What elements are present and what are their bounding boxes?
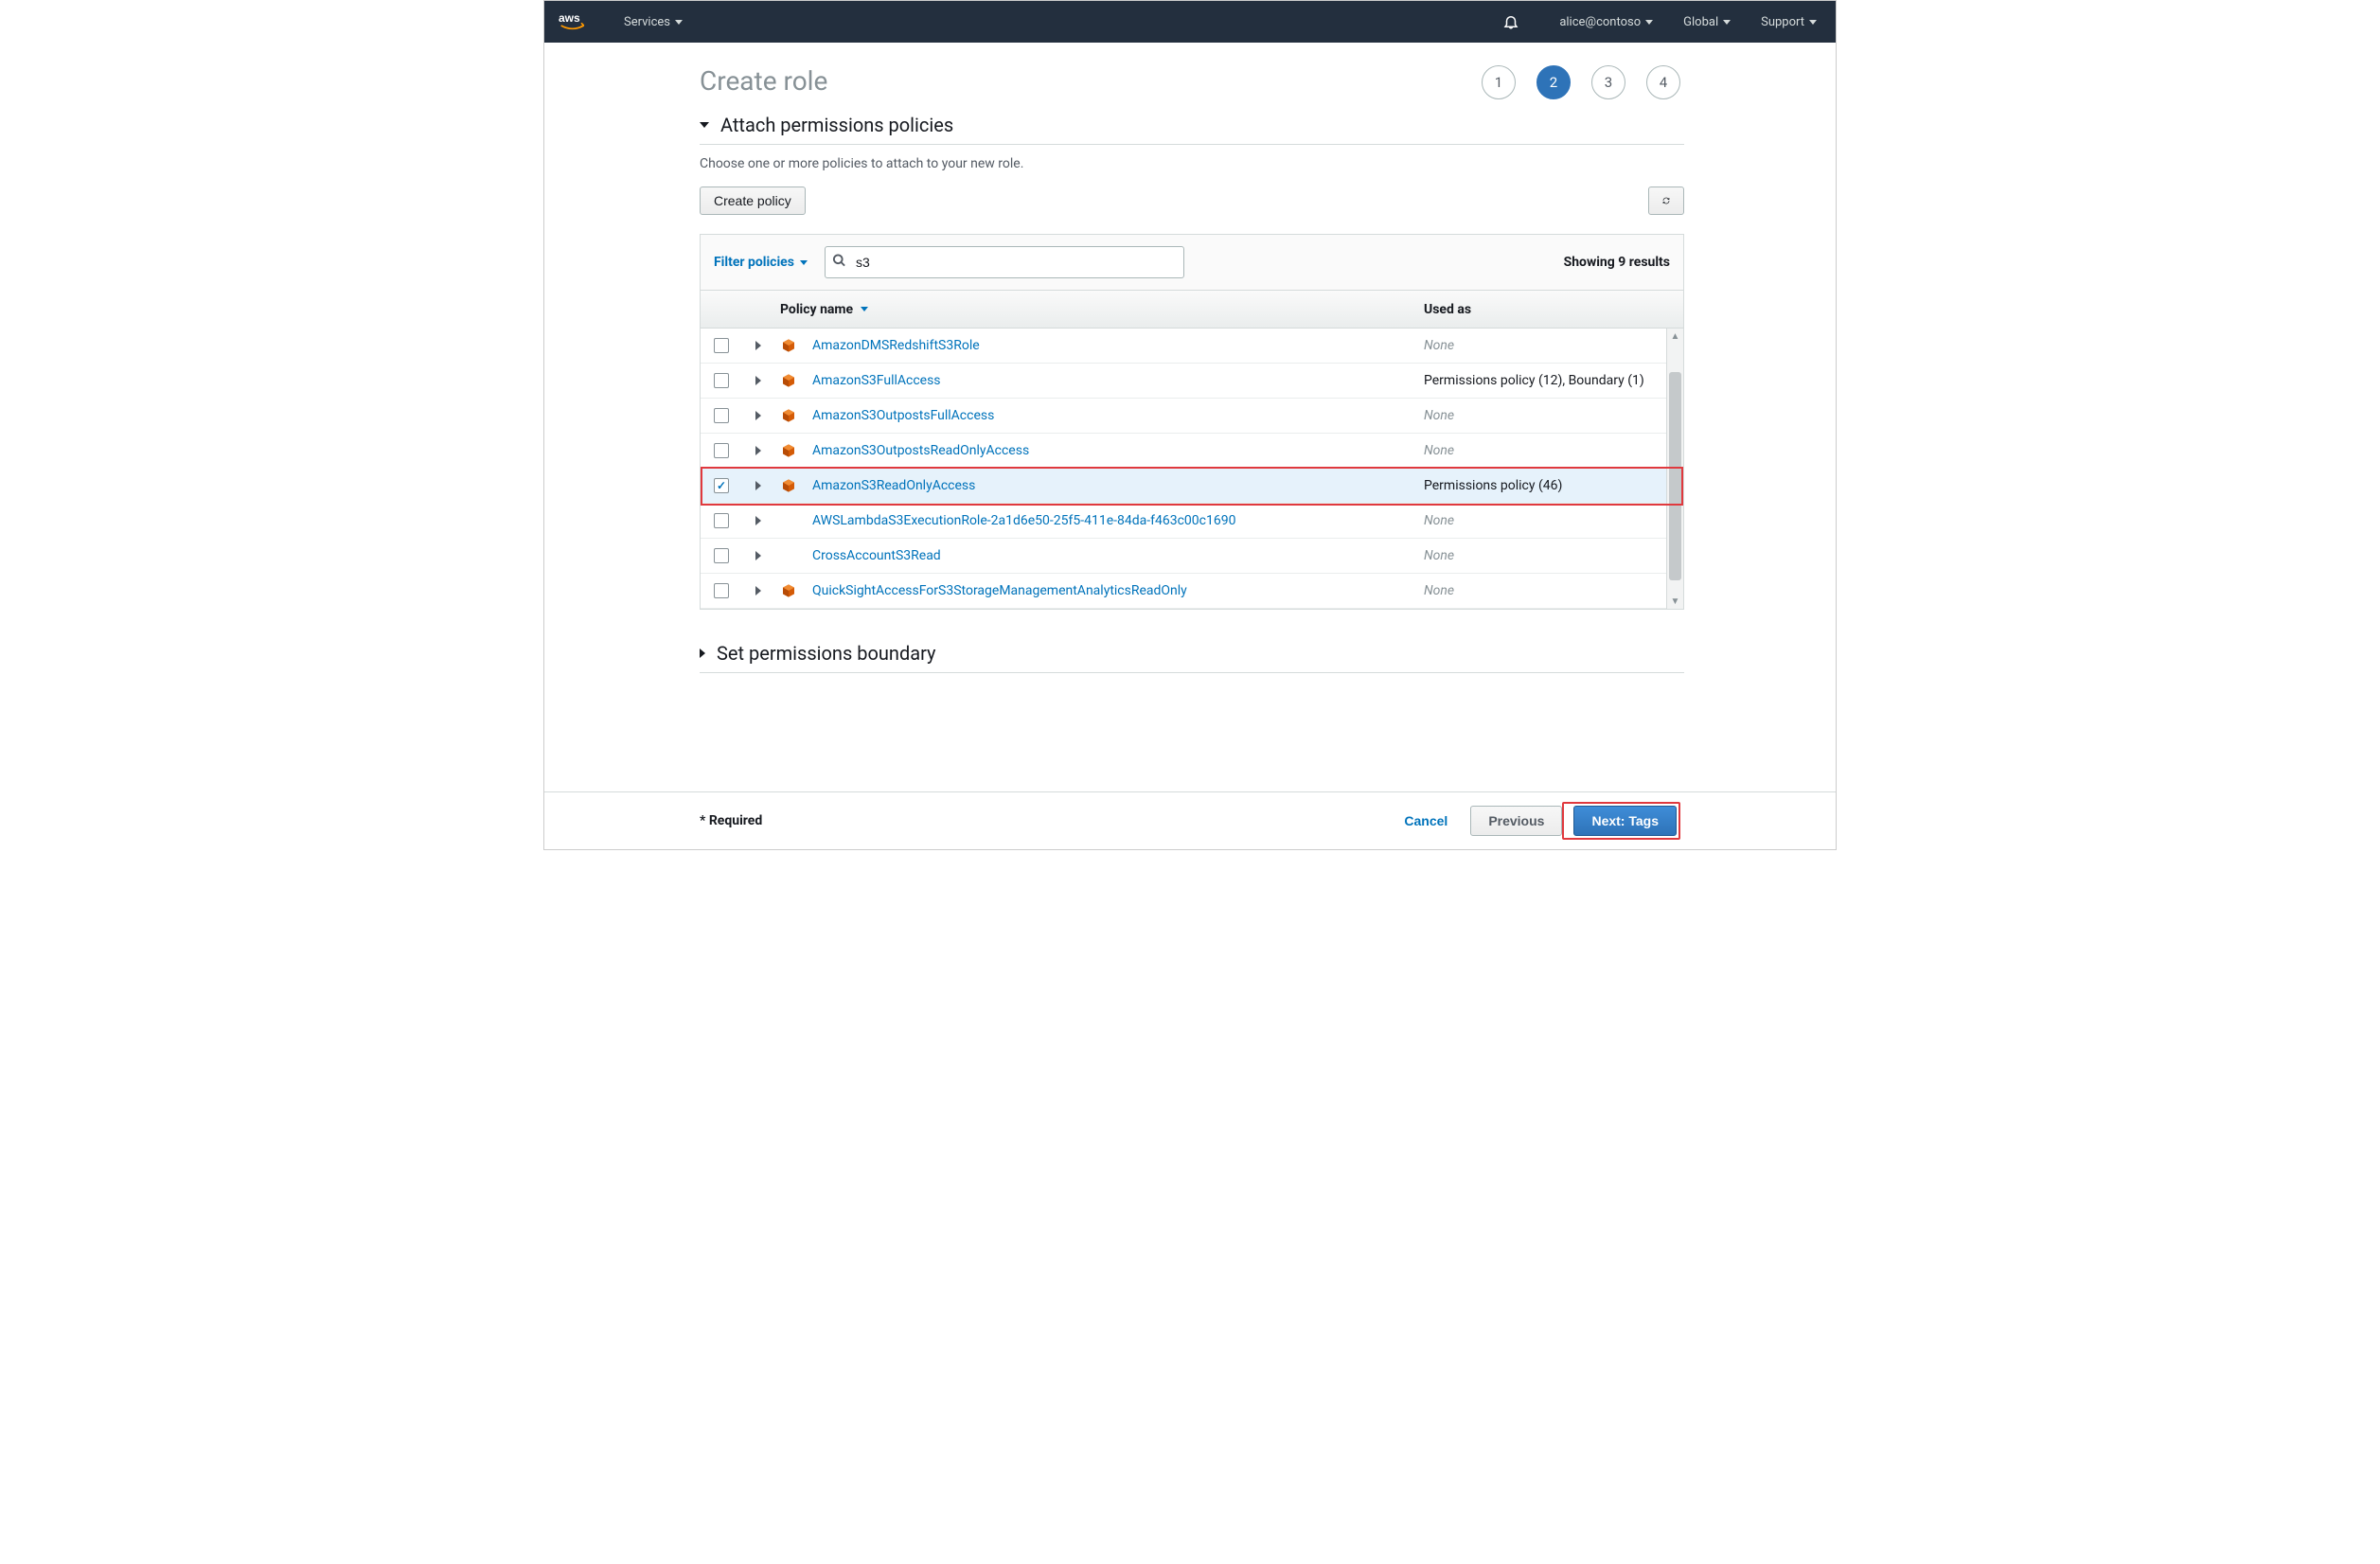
create-policy-button[interactable]: Create policy bbox=[700, 187, 806, 215]
wizard-step-3[interactable]: 3 bbox=[1591, 65, 1625, 99]
chevron-down-icon bbox=[800, 260, 808, 265]
wizard-steps: 1234 bbox=[1482, 65, 1680, 99]
caret-down-icon bbox=[1809, 20, 1817, 25]
required-label: * Required bbox=[700, 813, 762, 828]
managed-policy-icon bbox=[780, 372, 797, 389]
policy-table-body: AmazonDMSRedshiftS3Role None AmazonS3FullA… bbox=[701, 329, 1683, 609]
expand-row-icon[interactable] bbox=[755, 586, 761, 595]
cancel-button[interactable]: Cancel bbox=[1389, 807, 1463, 835]
managed-policy-icon bbox=[780, 407, 797, 424]
services-label: Services bbox=[624, 15, 670, 29]
policy-name-link[interactable]: CrossAccountS3Read bbox=[812, 548, 941, 563]
support-menu[interactable]: Support bbox=[1755, 15, 1822, 29]
expand-row-icon[interactable] bbox=[755, 446, 761, 455]
policy-checkbox[interactable] bbox=[714, 373, 729, 388]
expand-icon bbox=[700, 649, 705, 658]
column-used-as[interactable]: Used as bbox=[1418, 302, 1683, 317]
policy-row: AmazonDMSRedshiftS3Role None bbox=[701, 329, 1683, 364]
svg-text:aws: aws bbox=[559, 11, 580, 25]
account-menu[interactable]: alice@contoso bbox=[1554, 15, 1659, 29]
policy-name-link[interactable]: AmazonS3OutpostsReadOnlyAccess bbox=[812, 443, 1029, 458]
attach-heading-text: Attach permissions policies bbox=[720, 114, 953, 136]
attach-permissions-heading[interactable]: Attach permissions policies bbox=[700, 114, 1684, 145]
policy-name-link[interactable]: AWSLambdaS3ExecutionRole-2a1d6e50-25f5-4… bbox=[812, 513, 1235, 528]
previous-button[interactable]: Previous bbox=[1470, 806, 1562, 836]
used-as-cell: None bbox=[1418, 443, 1683, 458]
services-menu[interactable]: Services bbox=[618, 15, 688, 29]
policy-search-input[interactable] bbox=[825, 246, 1184, 278]
region-label: Global bbox=[1683, 15, 1718, 29]
managed-policy-icon bbox=[780, 442, 797, 459]
wizard-step-1[interactable]: 1 bbox=[1482, 65, 1516, 99]
permissions-boundary-heading[interactable]: Set permissions boundary bbox=[700, 642, 1684, 673]
aws-logo[interactable]: aws bbox=[558, 10, 597, 33]
column-policy-name[interactable]: Policy name bbox=[774, 302, 1418, 317]
policy-checkbox[interactable] bbox=[714, 408, 729, 423]
attach-subhead: Choose one or more policies to attach to… bbox=[700, 156, 1684, 171]
next-tags-button[interactable]: Next: Tags bbox=[1573, 806, 1677, 836]
policy-checkbox[interactable] bbox=[714, 583, 729, 598]
region-menu[interactable]: Global bbox=[1678, 15, 1736, 29]
policy-row: AmazonS3FullAccess Permissions policy (12… bbox=[701, 364, 1683, 399]
policy-checkbox[interactable] bbox=[714, 443, 729, 458]
expand-row-icon[interactable] bbox=[755, 411, 761, 420]
boundary-heading-text: Set permissions boundary bbox=[717, 642, 936, 665]
used-as-cell: Permissions policy (12), Boundary (1) bbox=[1418, 373, 1683, 388]
expand-row-icon[interactable] bbox=[755, 341, 761, 350]
scroll-down-icon[interactable]: ▼ bbox=[1667, 594, 1683, 609]
policy-checkbox[interactable] bbox=[714, 338, 729, 353]
top-navigation: aws Services alice@contoso Global bbox=[544, 1, 1836, 43]
footer-bar: * Required Cancel Previous Next: Tags bbox=[544, 791, 1836, 849]
managed-policy-icon bbox=[780, 337, 797, 354]
policy-name-link[interactable]: AmazonS3ReadOnlyAccess bbox=[812, 478, 975, 493]
scroll-thumb[interactable] bbox=[1669, 372, 1681, 580]
policy-panel: Filter policies Showing 9 results bbox=[700, 234, 1684, 610]
wizard-step-2[interactable]: 2 bbox=[1536, 65, 1571, 99]
policy-row: AmazonS3OutpostsFullAccess None bbox=[701, 399, 1683, 434]
wizard-step-4[interactable]: 4 bbox=[1646, 65, 1680, 99]
used-as-cell: None bbox=[1418, 338, 1683, 353]
search-icon bbox=[832, 254, 846, 272]
used-as-cell: None bbox=[1418, 583, 1683, 598]
caret-down-icon bbox=[1645, 20, 1653, 25]
results-count: Showing 9 results bbox=[1564, 255, 1670, 270]
policy-row: AmazonS3ReadOnlyAccess Permissions policy… bbox=[701, 469, 1683, 504]
policy-name-link[interactable]: AmazonS3FullAccess bbox=[812, 373, 941, 388]
filter-label: Filter policies bbox=[714, 255, 794, 270]
policy-checkbox[interactable] bbox=[714, 548, 729, 563]
policy-name-link[interactable]: AmazonDMSRedshiftS3Role bbox=[812, 338, 980, 353]
used-as-cell: Permissions policy (46) bbox=[1418, 478, 1683, 493]
policy-checkbox[interactable] bbox=[714, 478, 729, 493]
expand-row-icon[interactable] bbox=[755, 481, 761, 490]
policy-name-link[interactable]: QuickSightAccessForS3StorageManagementAn… bbox=[812, 583, 1187, 598]
caret-down-icon bbox=[675, 20, 683, 25]
expand-row-icon[interactable] bbox=[755, 376, 761, 385]
policy-row: AmazonS3OutpostsReadOnlyAccess None bbox=[701, 434, 1683, 469]
policy-table-header: Policy name Used as bbox=[701, 291, 1683, 329]
policy-row: AWSLambdaS3ExecutionRole-2a1d6e50-25f5-4… bbox=[701, 504, 1683, 539]
refresh-button[interactable] bbox=[1648, 187, 1684, 215]
policy-checkbox[interactable] bbox=[714, 513, 729, 528]
policy-row: CrossAccountS3Read None bbox=[701, 539, 1683, 574]
notifications-bell-icon[interactable] bbox=[1499, 9, 1523, 34]
used-as-cell: None bbox=[1418, 548, 1683, 563]
policy-name-link[interactable]: AmazonS3OutpostsFullAccess bbox=[812, 408, 994, 423]
policy-row: QuickSightAccessForS3StorageManagementAn… bbox=[701, 574, 1683, 609]
scroll-up-icon[interactable]: ▲ bbox=[1667, 329, 1683, 344]
support-label: Support bbox=[1761, 15, 1804, 29]
managed-policy-icon bbox=[780, 582, 797, 599]
filter-policies-dropdown[interactable]: Filter policies bbox=[714, 255, 808, 270]
caret-down-icon bbox=[1723, 20, 1731, 25]
used-as-cell: None bbox=[1418, 513, 1683, 528]
managed-policy-icon bbox=[780, 477, 797, 494]
account-label: alice@contoso bbox=[1559, 15, 1641, 29]
expand-row-icon[interactable] bbox=[755, 516, 761, 525]
collapse-icon bbox=[700, 122, 709, 128]
scrollbar[interactable]: ▲ ▼ bbox=[1666, 329, 1683, 609]
used-as-cell: None bbox=[1418, 408, 1683, 423]
expand-row-icon[interactable] bbox=[755, 551, 761, 560]
next-button-highlight: Next: Tags bbox=[1562, 802, 1680, 840]
sort-icon bbox=[861, 307, 868, 311]
